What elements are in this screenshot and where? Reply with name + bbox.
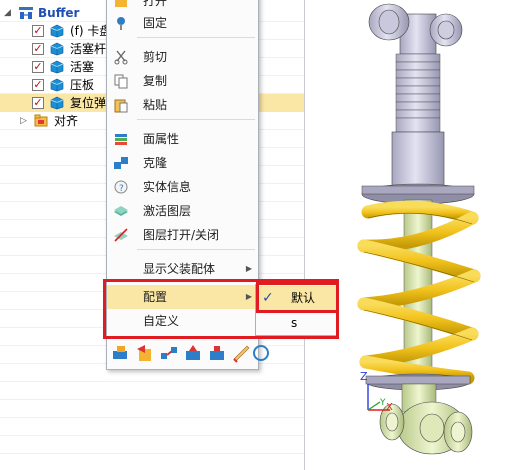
visibility-checkbox[interactable]: ✓ [32, 43, 44, 55]
tree-item-align-label: 对齐 [54, 114, 79, 128]
toolbar-tool-6-icon[interactable] [231, 343, 251, 363]
toolbar-tool-3-icon[interactable] [159, 343, 179, 363]
menu-item[interactable]: 面属性 [107, 127, 258, 151]
pin-icon [113, 15, 129, 31]
part-cube-icon [50, 60, 64, 74]
tree-row-stripe [0, 382, 304, 400]
menu-item[interactable]: ? 实体信息 [107, 175, 258, 199]
tree-row-stripe [0, 418, 304, 436]
scissors-icon [113, 49, 129, 65]
toolbar-tool-1-icon[interactable] [111, 343, 131, 363]
visibility-checkbox[interactable]: ✓ [32, 97, 44, 109]
menu-item-label: 克隆 [143, 156, 168, 170]
visibility-checkbox[interactable]: ✓ [32, 61, 44, 73]
tree-root-label: Buffer [38, 6, 80, 20]
expand-arrow-icon[interactable]: ▷ [20, 112, 27, 130]
assembly-icon [18, 6, 33, 20]
part-cube-icon [50, 96, 64, 110]
menu-item[interactable]: 激活图层 [107, 199, 258, 223]
menu-item-label: 激活图层 [143, 204, 192, 218]
toolbar-tool-2-icon[interactable] [135, 343, 155, 363]
toolbar-tool-7-icon[interactable] [251, 343, 269, 363]
menu-item[interactable]: 固定 [107, 11, 258, 35]
layer-toggle-icon [113, 227, 129, 243]
menu-item[interactable]: 复制 [107, 69, 258, 93]
menu-item-label: 复制 [143, 74, 168, 88]
menu-separator [137, 249, 255, 250]
menu-item[interactable]: 剪切 [107, 45, 258, 69]
part-cube-icon [50, 78, 64, 92]
paste-icon [113, 97, 129, 113]
toolbar-tool-4-icon[interactable] [183, 343, 203, 363]
tree-item-label: 复位弹 [70, 96, 107, 110]
part-cube-icon [50, 24, 64, 38]
menu-item[interactable]: 显示父装配体 ▶ [107, 257, 258, 281]
menu-item-label: 固定 [143, 16, 168, 30]
folder-icon [34, 114, 48, 128]
menu-item[interactable]: 粘贴 [107, 93, 258, 117]
x-axis-label: X [386, 402, 393, 413]
z-axis-label: Z [360, 370, 368, 383]
activate-layer-icon [113, 203, 129, 219]
clone-icon [113, 155, 129, 171]
entity-info-icon: ? [113, 179, 129, 195]
svg-text:?: ? [119, 184, 124, 194]
submenu-arrow-icon: ▶ [245, 264, 252, 273]
tree-row-stripe [0, 436, 304, 454]
3d-viewport[interactable]: Z X Y [306, 0, 526, 470]
y-axis-label: Y [380, 398, 386, 408]
annotation-box-inner [256, 282, 339, 313]
menu-item-label: 剪切 [143, 50, 168, 64]
menu-item-label: 面属性 [143, 132, 180, 146]
menu-separator [137, 37, 255, 38]
tree-item-label: 活塞杆 [70, 42, 107, 56]
visibility-checkbox[interactable]: ✓ [32, 79, 44, 91]
collapse-arrow-icon[interactable]: ◢ [4, 4, 11, 22]
open-icon [113, 0, 129, 9]
copy-icon [113, 73, 129, 89]
tree-row-stripe [0, 400, 304, 418]
menu-item[interactable]: 克隆 [107, 151, 258, 175]
shock-absorber-model[interactable] [306, 0, 526, 470]
menu-separator [137, 119, 255, 120]
menu-item[interactable]: 图层打开/关闭 [107, 223, 258, 247]
context-toolbar [107, 341, 269, 365]
menu-item-label: 实体信息 [143, 180, 192, 194]
tree-item-label: 活塞 [70, 60, 95, 74]
menu-item-label: 粘贴 [143, 98, 168, 112]
part-cube-icon [50, 42, 64, 56]
menu-item-label: 图层打开/关闭 [143, 228, 220, 242]
tree-row-stripe [0, 454, 304, 470]
visibility-checkbox[interactable]: ✓ [32, 25, 44, 37]
face-attributes-icon [113, 131, 129, 147]
tree-item-label: 压板 [70, 78, 95, 92]
menu-item-label: 显示父装配体 [143, 262, 216, 276]
toolbar-tool-5-icon[interactable] [207, 343, 227, 363]
